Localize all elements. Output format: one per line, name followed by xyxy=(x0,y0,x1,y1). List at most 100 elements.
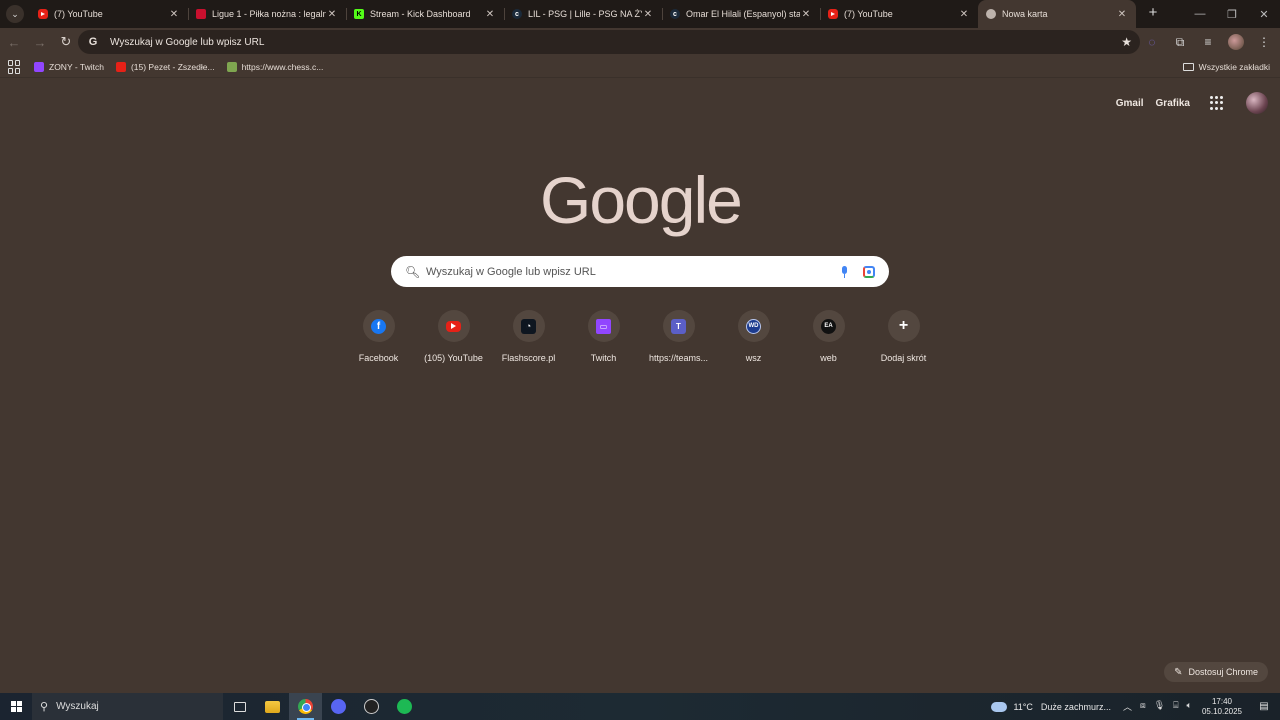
images-link[interactable]: Grafika xyxy=(1156,98,1190,109)
taskbar-search[interactable]: ⚲ Wyszukaj xyxy=(32,693,223,720)
shortcut-facebook[interactable]: f Facebook xyxy=(341,310,416,363)
tab-flashscore-match[interactable]: c LIL - PSG | Lille - PSG NA ŻYWO ✕ xyxy=(504,0,662,28)
customize-label: Dostosuj Chrome xyxy=(1188,667,1258,677)
chevron-up-icon[interactable]: ︿ xyxy=(1123,700,1132,713)
new-tab-button[interactable]: + xyxy=(1142,3,1164,25)
close-icon[interactable]: ✕ xyxy=(1116,9,1128,20)
address-bar-text[interactable]: Wyszukaj w Google lub wpisz URL xyxy=(110,37,1121,48)
bookmark-label: (15) Pezet - Zszedłe... xyxy=(130,61,215,72)
media-controls-icon[interactable]: ≡ xyxy=(1198,32,1218,52)
shortcut-wsz[interactable]: WD wsz xyxy=(716,310,791,363)
flashscore-icon xyxy=(364,699,379,714)
tab-youtube-1[interactable]: (7) YouTube ✕ xyxy=(30,0,188,28)
gemini-icon[interactable]: ◌ xyxy=(1142,32,1162,52)
flashscore-icon: c xyxy=(512,9,522,19)
tab-kick[interactable]: K Stream - Kick Dashboard ✕ xyxy=(346,0,504,28)
shortcuts-grid: f Facebook (105) YouTube ◔ Flashscore.pl… xyxy=(341,310,941,363)
youtube-icon xyxy=(828,9,838,19)
bookmark-star-icon[interactable]: ★ xyxy=(1121,35,1132,49)
ntp-top-links: Gmail Grafika xyxy=(1116,92,1268,114)
shortcut-tile[interactable]: ◔ xyxy=(512,310,545,342)
menu-icon[interactable]: ⋮ xyxy=(1254,32,1274,52)
bookmark-chess[interactable]: https://www.chess.c... xyxy=(226,61,323,72)
shortcut-tile[interactable] xyxy=(437,310,470,342)
address-bar[interactable]: G Wyszukaj w Google lub wpisz URL ★ xyxy=(78,30,1140,54)
apps-icon[interactable] xyxy=(8,59,22,74)
gmail-link[interactable]: Gmail xyxy=(1116,98,1144,109)
spotify-icon xyxy=(397,699,412,714)
avatar[interactable] xyxy=(1246,92,1268,114)
restore-icon[interactable]: ❐ xyxy=(1216,0,1248,28)
spotify-taskbar-button[interactable] xyxy=(388,693,421,720)
shortcut-label: Flashscore.pl xyxy=(501,353,556,363)
weather-widget[interactable]: 11°C Duże zachmurz... xyxy=(991,701,1111,712)
tab-flashscore-player[interactable]: c Omar El Hilali (Espanyol) statys ✕ xyxy=(662,0,820,28)
customize-chrome-button[interactable]: ✎ Dostosuj Chrome xyxy=(1164,662,1268,682)
file-explorer-button[interactable] xyxy=(256,693,289,720)
volume-icon[interactable]: 🔈︎ xyxy=(1187,700,1192,713)
discord-taskbar-button[interactable] xyxy=(322,693,355,720)
flashscore-icon: ◔ xyxy=(521,318,536,334)
shortcut-tile[interactable]: f xyxy=(362,310,395,342)
tab-ligue1[interactable]: Ligue 1 - Piłka nożna : legalny ✕ xyxy=(188,0,346,28)
microphone-icon[interactable] xyxy=(839,265,849,278)
clock[interactable]: 17:40 05.10.2025 xyxy=(1202,697,1242,717)
tab-youtube-2[interactable]: (7) YouTube ✕ xyxy=(820,0,978,28)
google-apps-icon[interactable] xyxy=(1210,96,1224,110)
tray-icons: ︿ ⧈ 🎙︎ ⌸ 🔈︎ xyxy=(1123,700,1192,713)
bookmark-youtube[interactable]: (15) Pezet - Zszedłe... xyxy=(115,61,215,72)
notifications-button[interactable]: ▤ xyxy=(1254,699,1274,715)
shortcut-web[interactable]: EA web xyxy=(791,310,866,363)
shortcut-twitch[interactable]: ▭ Twitch xyxy=(566,310,641,363)
reload-button[interactable]: ↻ xyxy=(54,30,78,54)
bookmark-label: ZONY - Twitch xyxy=(49,61,104,72)
forward-button[interactable]: → xyxy=(28,30,52,54)
windows-icon xyxy=(10,701,22,712)
add-shortcut-button[interactable]: + xyxy=(887,310,920,342)
tab-search-button[interactable]: ⌄ xyxy=(6,5,24,23)
shortcut-label: Dodaj skrót xyxy=(880,353,927,363)
tab-title: Stream - Kick Dashboard xyxy=(370,9,471,19)
close-icon[interactable]: ✕ xyxy=(958,9,970,20)
google-logo: Google xyxy=(540,163,743,237)
youtube-icon xyxy=(115,61,126,72)
kick-icon: K xyxy=(354,9,364,19)
close-icon[interactable]: ✕ xyxy=(326,9,338,20)
close-icon[interactable]: ✕ xyxy=(642,9,654,20)
chrome-taskbar-button[interactable] xyxy=(289,693,322,720)
bookmark-twitch[interactable]: ZONY - Twitch xyxy=(34,61,104,72)
back-button[interactable]: ← xyxy=(2,30,26,54)
search-input[interactable]: Wyszukaj w Google lub wpisz URL xyxy=(426,266,839,278)
start-button[interactable] xyxy=(0,693,32,720)
shortcut-youtube[interactable]: (105) YouTube xyxy=(416,310,491,363)
microphone-icon[interactable]: 🎙︎ xyxy=(1154,700,1165,713)
task-view-button[interactable] xyxy=(223,693,256,720)
extensions-icon[interactable]: ⧉ xyxy=(1170,32,1190,52)
display-icon[interactable]: ⧈ xyxy=(1140,700,1146,713)
wd-icon: WD xyxy=(746,318,761,334)
network-icon[interactable]: ⌸ xyxy=(1173,700,1178,713)
shortcut-tile[interactable]: ▭ xyxy=(587,310,620,342)
profile-button[interactable] xyxy=(1226,32,1246,52)
search-icon: ⚲ xyxy=(40,701,49,713)
search-icon: 🔍︎ xyxy=(405,264,421,279)
twitch-icon xyxy=(34,61,44,72)
close-icon[interactable]: ✕ xyxy=(484,9,496,20)
all-bookmarks-button[interactable]: Wszystkie zakładki xyxy=(1182,62,1270,72)
cloud-icon xyxy=(991,701,1008,712)
shortcut-teams[interactable]: T https://teams... xyxy=(641,310,716,363)
tab-new-tab[interactable]: Nowa karta ✕ xyxy=(978,0,1136,28)
close-icon[interactable]: ✕ xyxy=(168,9,180,20)
shortcut-tile[interactable]: EA xyxy=(812,310,845,342)
shortcut-tile[interactable]: WD xyxy=(737,310,770,342)
date: 05.10.2025 xyxy=(1201,706,1242,716)
minimize-icon[interactable]: — xyxy=(1184,0,1216,28)
search-box[interactable]: 🔍︎ Wyszukaj w Google lub wpisz URL xyxy=(391,256,889,287)
shortcut-tile[interactable]: T xyxy=(662,310,695,342)
flashscore-taskbar-button[interactable] xyxy=(355,693,388,720)
shortcut-flashscore[interactable]: ◔ Flashscore.pl xyxy=(491,310,566,363)
shortcut-add[interactable]: + Dodaj skrót xyxy=(866,310,941,363)
close-icon[interactable]: ✕ xyxy=(800,9,812,20)
close-window-icon[interactable]: ✕ xyxy=(1248,0,1280,28)
google-lens-icon[interactable] xyxy=(863,265,875,278)
